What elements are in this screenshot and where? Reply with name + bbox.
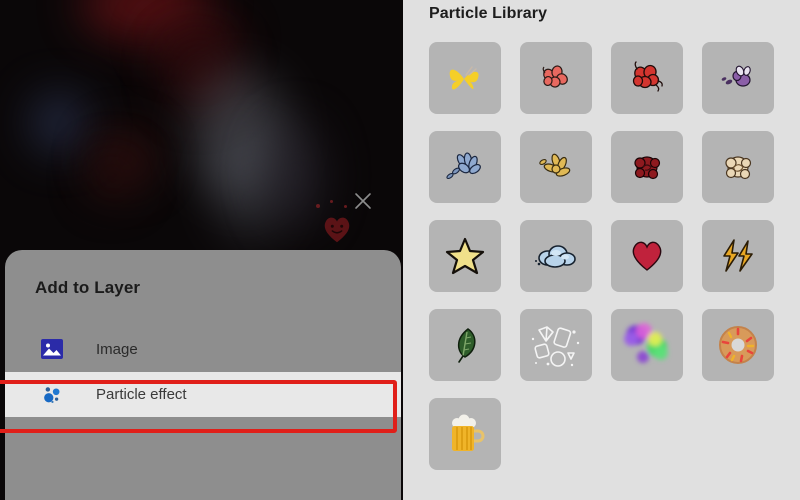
particle-tile-grid <box>429 42 774 470</box>
add-to-layer-dialog: Add to Layer Image Particle effect <box>5 250 401 500</box>
particle-tile-blue-flower[interactable] <box>429 131 501 203</box>
particle-tile-red-flower[interactable] <box>611 42 683 114</box>
particle-library-panel: Particle Library <box>403 0 800 500</box>
particle-tile-cream-rose[interactable] <box>702 131 774 203</box>
particle-tile-heart[interactable] <box>611 220 683 292</box>
dialog-option-label: Particle effect <box>96 386 187 403</box>
particle-tile-donut[interactable] <box>702 309 774 381</box>
particle-tile-purple-bee[interactable] <box>702 42 774 114</box>
preview-glow <box>265 120 325 230</box>
particle-tile-yellow-flower[interactable] <box>520 131 592 203</box>
screen: Add to Layer Image Particle effect Parti… <box>0 0 800 500</box>
particle-tile-color-blobs[interactable] <box>611 309 683 381</box>
preview-glow <box>30 92 88 154</box>
particle-tile-dark-red-rose[interactable] <box>611 131 683 203</box>
dialog-title: Add to Layer <box>35 278 141 297</box>
particle-tile-pink-blossom[interactable] <box>520 42 592 114</box>
close-icon[interactable] <box>352 190 374 212</box>
particle-tile-lightning-bolt[interactable] <box>702 220 774 292</box>
image-icon <box>39 336 65 362</box>
particle-tile-yellow-butterfly[interactable] <box>429 42 501 114</box>
preview-glow <box>90 155 135 200</box>
particle-effect-icon <box>39 382 65 408</box>
dialog-option-particle-effect[interactable]: Particle effect <box>5 372 401 417</box>
dialog-option-image[interactable]: Image <box>5 327 401 371</box>
particle-tile-beer-mug[interactable] <box>429 398 501 470</box>
particle-tile-star[interactable] <box>429 220 501 292</box>
particle-tile-white-gems[interactable] <box>520 309 592 381</box>
particle-tile-cloud[interactable] <box>520 220 592 292</box>
particle-tile-green-leaf[interactable] <box>429 309 501 381</box>
heart-particle-icon <box>322 215 352 243</box>
page-title: Particle Library <box>429 5 548 22</box>
dialog-option-label: Image <box>96 340 138 358</box>
